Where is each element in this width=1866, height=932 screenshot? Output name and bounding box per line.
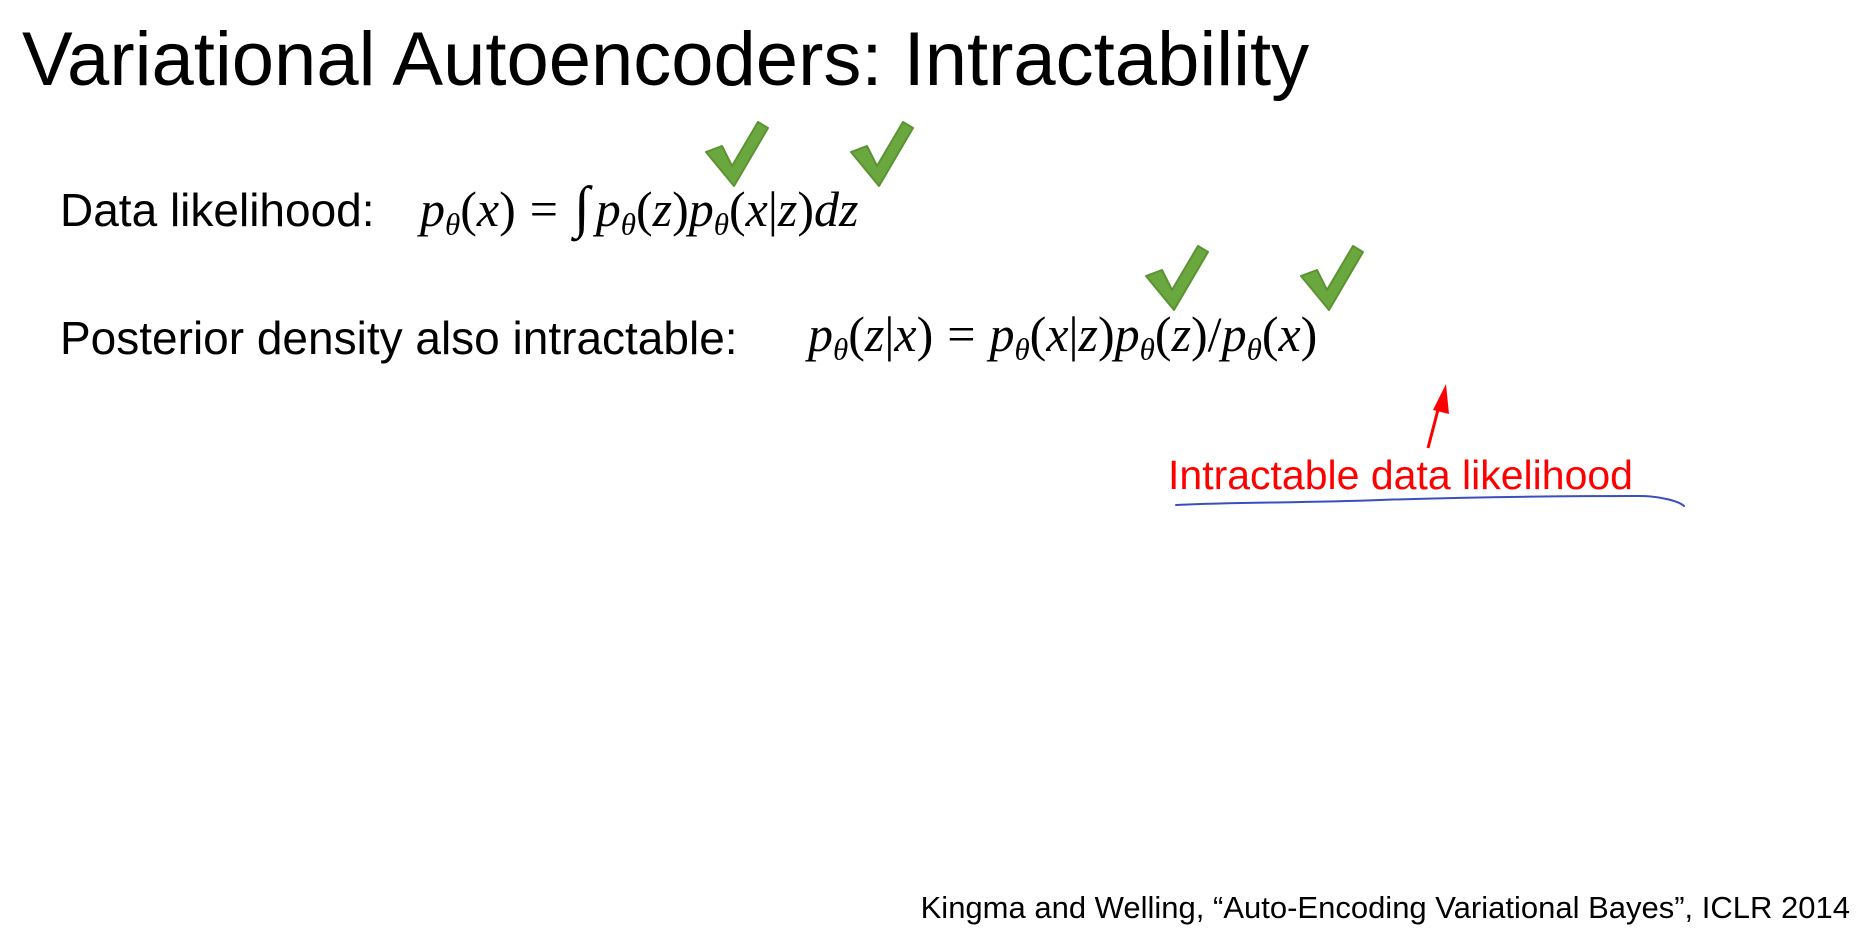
citation: Kingma and Welling, “Auto-Encoding Varia… — [920, 890, 1850, 925]
intractable-annotation: Intractable data likelihood — [1168, 452, 1633, 498]
arrow-up-icon — [1426, 384, 1449, 449]
slide: Variational Autoencoders: Intractability… — [0, 0, 1866, 932]
